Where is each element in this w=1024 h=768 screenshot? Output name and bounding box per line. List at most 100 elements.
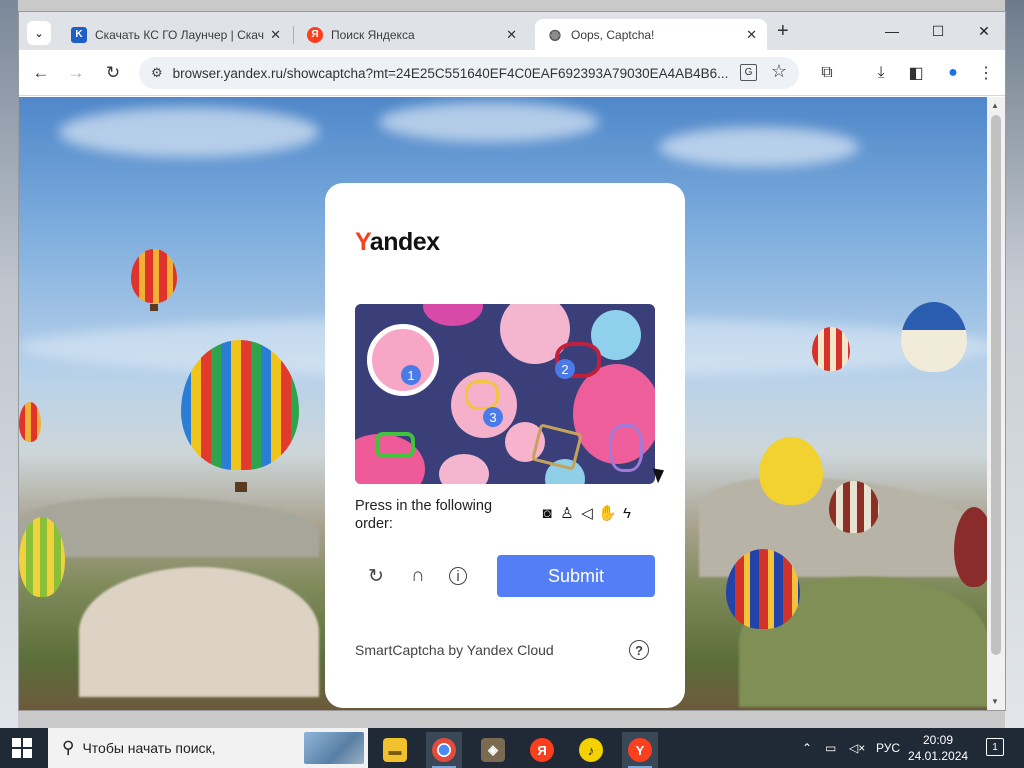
order-marker-2[interactable]: 2	[555, 359, 575, 379]
translate-icon[interactable]: G	[740, 64, 757, 81]
circle-shape	[367, 324, 439, 396]
back-button[interactable]: ←	[29, 61, 53, 85]
scroll-up-arrow[interactable]: ▲	[991, 101, 999, 110]
search-icon: ⚲	[62, 738, 75, 757]
search-highlight-image	[304, 732, 364, 764]
lightning-shape	[609, 424, 643, 472]
taskbar-game[interactable]: ◈	[475, 732, 511, 768]
order-marker-3[interactable]: 3	[483, 407, 503, 427]
reload-icon: ↻	[105, 63, 121, 82]
language-indicator[interactable]: РУС	[876, 728, 900, 768]
submit-button[interactable]: Submit	[497, 555, 655, 597]
tab-yandex-search[interactable]: Я Поиск Яндекса ✕	[295, 19, 527, 50]
tab-kc-launcher[interactable]: K Скачать КС ГО Лаунчер | Скач ✕	[59, 19, 291, 50]
minimize-button[interactable]: —	[869, 18, 915, 44]
person-icon: ♙	[560, 505, 574, 522]
yandex-logo: Yandex	[355, 228, 440, 256]
new-tab-button[interactable]: +	[777, 20, 789, 43]
taskbar-yandex-browser[interactable]: Y	[622, 732, 658, 768]
hot-air-balloon	[181, 340, 299, 470]
volume-muted-icon[interactable]: ◁×	[849, 728, 865, 768]
browser-toolbar: ← → ↻ ⚙ browser.yandex.ru/showcaptcha?mt…	[19, 50, 1005, 96]
camera-icon: ◙	[542, 505, 552, 522]
close-tab-icon[interactable]: ✕	[506, 27, 517, 43]
hot-air-balloon	[829, 481, 879, 533]
address-bar[interactable]: ⚙ browser.yandex.ru/showcaptcha?mt=24E25…	[139, 57, 799, 89]
side-panel-icon[interactable]: ◧	[904, 61, 928, 85]
camera-shape	[465, 380, 499, 410]
circle-shape	[423, 304, 483, 326]
tab-title: Oops, Captcha!	[571, 27, 655, 42]
chrome-icon	[432, 738, 456, 762]
notification-center-button[interactable]: 1	[986, 738, 1004, 756]
tab-title: Скачать КС ГО Лаунчер | Скач	[95, 27, 264, 42]
taskbar-search-placeholder: Чтобы начать поиск,	[82, 740, 216, 756]
game-icon: ◈	[481, 738, 505, 762]
bookmark-star-icon[interactable]: ☆	[771, 61, 787, 82]
arrow-right-icon: →	[67, 63, 85, 82]
captcha-instruction: Press in the following order:	[355, 498, 493, 532]
hand-shape	[375, 432, 415, 458]
windows-start-button[interactable]	[12, 738, 32, 758]
arrow-left-icon: ←	[32, 63, 50, 82]
hot-air-balloon	[19, 402, 41, 442]
taskbar-yandex-music[interactable]: ♪	[573, 732, 609, 768]
cloud	[659, 127, 859, 167]
help-button[interactable]: ?	[629, 640, 649, 660]
captcha-task-image[interactable]: 1 2 3	[355, 304, 655, 484]
lightning-icon: ϟ	[623, 505, 631, 522]
scroll-down-arrow[interactable]: ▼	[991, 697, 999, 706]
vertical-scrollbar[interactable]: ▲ ▼	[987, 97, 1005, 710]
hot-air-balloon	[759, 437, 823, 505]
info-button[interactable]: i	[449, 567, 467, 585]
hot-air-balloon	[726, 549, 800, 629]
taskbar-yandex[interactable]: Я	[524, 732, 560, 768]
audio-captcha-button[interactable]: ∩	[407, 565, 429, 587]
clock-time: 20:09	[922, 733, 954, 747]
hot-air-balloon	[812, 327, 850, 371]
scrollbar-thumb[interactable]	[991, 115, 1001, 655]
close-tab-icon[interactable]: ✕	[746, 27, 757, 43]
network-icon[interactable]: ▭	[825, 728, 836, 768]
taskbar-search[interactable]: ⚲ Чтобы начать поиск,	[48, 728, 368, 768]
balloon-basket	[150, 304, 158, 311]
taskbar-clock[interactable]: 20:09 24.01.2024	[908, 732, 968, 764]
forward-button[interactable]: →	[64, 61, 88, 85]
yandex-music-icon: ♪	[579, 738, 603, 762]
refresh-icon: ↻	[368, 565, 384, 587]
maximize-button[interactable]: ☐	[915, 18, 961, 44]
rock-formations	[79, 567, 319, 697]
url-text[interactable]: browser.yandex.ru/showcaptcha?mt=24E25C5…	[173, 66, 728, 81]
yandex-browser-icon: Y	[628, 738, 652, 762]
reload-button[interactable]: ↻	[101, 61, 125, 85]
page-background: Yandex 1 2 3 Press in the following orde…	[19, 97, 989, 710]
tab-title: Поиск Яндекса	[331, 27, 415, 42]
yandex-icon: Я	[530, 738, 554, 762]
extensions-icon[interactable]: ⧉	[815, 61, 839, 85]
cloud	[379, 102, 599, 142]
taskbar-chrome[interactable]	[426, 732, 462, 768]
smartcaptcha-brand: SmartCaptcha by Yandex Cloud	[355, 642, 554, 658]
browser-window: ⌄ K Скачать КС ГО Лаунчер | Скач ✕ Я Пои…	[18, 11, 1006, 711]
tab-strip: ⌄ K Скачать КС ГО Лаунчер | Скач ✕ Я Пои…	[19, 12, 1005, 50]
close-tab-icon[interactable]: ✕	[270, 27, 281, 43]
hot-air-balloon	[901, 302, 967, 372]
clock-date: 24.01.2024	[908, 749, 969, 763]
profile-icon[interactable]: ●	[941, 61, 965, 85]
desktop-background-right	[1005, 0, 1024, 728]
tab-oops-captcha[interactable]: ◍ Oops, Captcha! ✕	[535, 19, 767, 50]
menu-icon[interactable]: ⋮	[974, 61, 998, 85]
info-icon: i	[456, 567, 460, 585]
taskbar-file-explorer[interactable]: ▬	[377, 732, 413, 768]
taskbar: ⚲ Чтобы начать поиск, ▬ ◈ Я ♪ Y ⌃ ▭ ◁× Р…	[0, 728, 1024, 768]
close-window-button[interactable]: ✕	[961, 18, 1005, 44]
download-icon[interactable]: ⤓	[869, 61, 893, 85]
order-marker-1[interactable]: 1	[401, 365, 421, 385]
tab-list-button[interactable]: ⌄	[27, 21, 51, 45]
hand-icon: ✋	[598, 505, 617, 522]
refresh-button[interactable]: ↻	[365, 565, 387, 587]
site-settings-icon[interactable]: ⚙	[151, 65, 163, 81]
show-hidden-icons[interactable]: ⌃	[802, 728, 812, 768]
yandex-icon: Я	[307, 26, 323, 43]
captcha-card: Yandex 1 2 3 Press in the following orde…	[325, 183, 685, 708]
